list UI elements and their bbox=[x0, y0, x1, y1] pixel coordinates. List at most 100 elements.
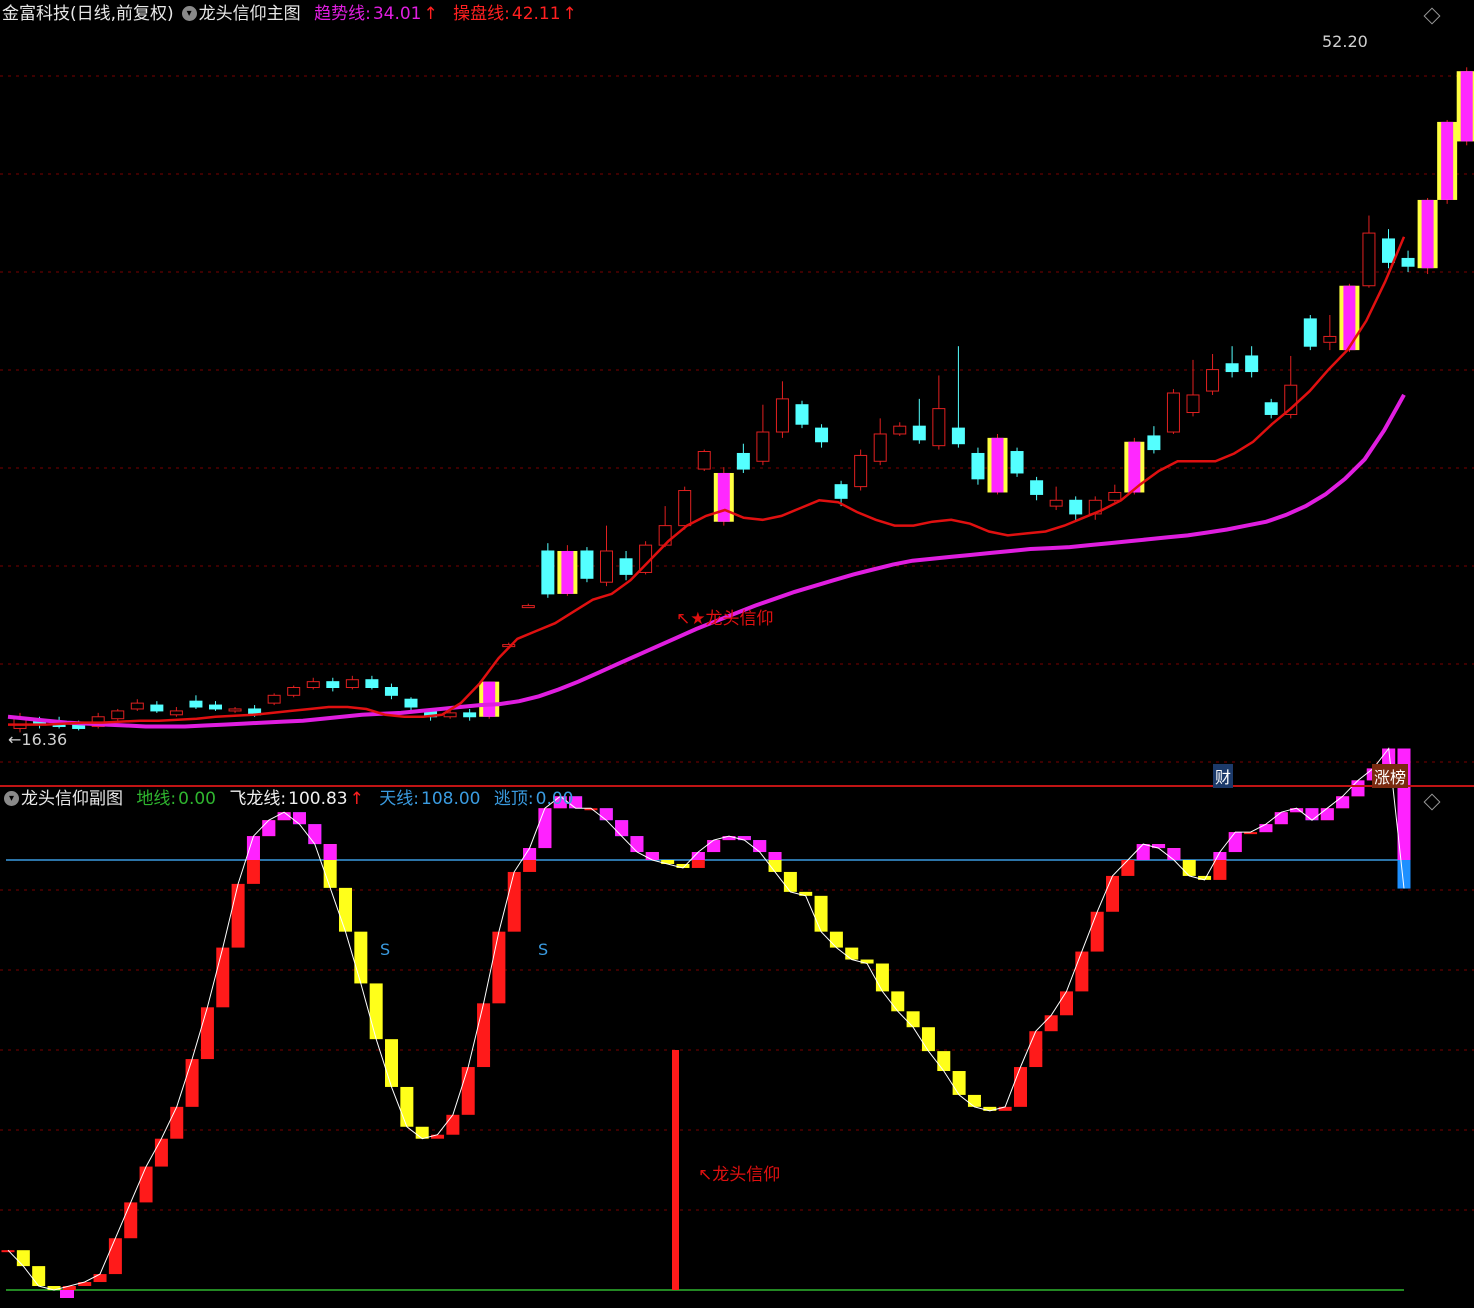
down-candle bbox=[580, 550, 594, 579]
flydragon-arrow-icon: ↑ bbox=[349, 789, 364, 809]
trend-line bbox=[7, 393, 1406, 729]
sub-bar-over-sky bbox=[1228, 832, 1242, 853]
sell-marker: S bbox=[538, 940, 549, 959]
down-candle bbox=[365, 679, 379, 689]
sub-signal-label: ↖龙头信仰 bbox=[698, 1165, 781, 1185]
sub-bar bbox=[1075, 951, 1089, 992]
up-candle bbox=[893, 425, 907, 435]
down-candle bbox=[1303, 318, 1317, 347]
sub-bar bbox=[400, 1086, 414, 1127]
sub-bar bbox=[983, 1106, 997, 1111]
down-candle bbox=[150, 704, 164, 712]
up-candle bbox=[678, 490, 692, 527]
chart-canvas bbox=[0, 67, 1474, 1298]
ground-marker bbox=[60, 1290, 74, 1298]
sub-bar-over-sky bbox=[1320, 808, 1334, 821]
sub-bar-over-sky bbox=[323, 844, 337, 860]
sub-bar bbox=[16, 1250, 30, 1267]
sub-bar bbox=[446, 1114, 460, 1135]
operate-line bbox=[8, 236, 1406, 726]
up-candle bbox=[1166, 392, 1180, 433]
sub-bar bbox=[799, 891, 813, 896]
down-candle bbox=[541, 550, 555, 595]
sky-value: 108.00 bbox=[421, 789, 481, 809]
sub-bar bbox=[1060, 991, 1074, 1016]
up-candle bbox=[130, 702, 144, 710]
sub-bar bbox=[93, 1274, 107, 1283]
sub-bar bbox=[47, 1286, 61, 1290]
operate-label: 操盘线: bbox=[453, 4, 510, 24]
finance-tag[interactable]: 财 bbox=[1213, 764, 1234, 788]
moving-average-lines bbox=[7, 236, 1406, 729]
sub-bar-over-sky bbox=[262, 820, 276, 837]
down-candle bbox=[1245, 355, 1259, 373]
low-arrow-icon: ← bbox=[8, 730, 22, 749]
main-header: 金富科技(日线,前复权) ▾ 龙头信仰主图 趋势线: 34.01 ↑ 操盘线: 42.11… bbox=[2, 4, 579, 24]
stock-name[interactable]: 金富科技(日线,前复权) bbox=[2, 4, 174, 24]
sub-bar bbox=[937, 1051, 951, 1072]
down-candle bbox=[189, 700, 203, 708]
flydragon-label: 飞龙线: bbox=[229, 789, 287, 809]
up-candle bbox=[1186, 394, 1200, 414]
sub-bar bbox=[185, 1059, 199, 1107]
main-indicator-name[interactable]: 龙头信仰主图 bbox=[199, 4, 301, 24]
down-candle bbox=[951, 427, 965, 445]
sub-bar bbox=[170, 1106, 184, 1139]
down-candle bbox=[404, 698, 418, 708]
up-candle bbox=[873, 433, 887, 462]
indicator-menu-icon[interactable]: ▾ bbox=[181, 5, 197, 21]
up-candle bbox=[345, 679, 359, 689]
limit-up-tag[interactable]: 涨榜 bbox=[1372, 764, 1409, 788]
down-candle bbox=[209, 704, 222, 710]
sub-bar bbox=[814, 895, 828, 932]
sub-bar-over-sky bbox=[1305, 808, 1319, 821]
sub-indicator-name[interactable]: 龙头信仰副图 bbox=[21, 789, 123, 809]
down-candle bbox=[1401, 257, 1415, 267]
low-price-label: ←16.36 bbox=[8, 730, 67, 749]
up-candle bbox=[658, 525, 672, 546]
sub-bar bbox=[124, 1202, 138, 1239]
down-candle bbox=[815, 427, 829, 443]
sub-bar-over-sky bbox=[753, 840, 767, 853]
up-candle bbox=[1049, 499, 1063, 507]
up-candle bbox=[932, 408, 946, 447]
sub-bar-over-sky bbox=[737, 836, 751, 841]
main-signal-label: ↖★龙头信仰 bbox=[676, 609, 774, 629]
up-candle bbox=[1108, 491, 1122, 501]
high-price-label: 52.20 bbox=[1322, 32, 1368, 51]
sub-bar bbox=[1121, 860, 1135, 876]
low-price-value: 16.36 bbox=[21, 730, 68, 749]
sub-bar bbox=[415, 1126, 429, 1139]
sub-bar bbox=[78, 1282, 92, 1287]
sub-bar bbox=[1106, 875, 1120, 912]
sub-bar bbox=[1029, 1031, 1043, 1068]
limit-up-candle-core bbox=[561, 550, 574, 594]
down-candle bbox=[912, 425, 926, 441]
down-candle bbox=[1030, 480, 1044, 495]
sub-indicator-menu-icon[interactable]: ▾ bbox=[4, 790, 19, 806]
flydragon-value: 100.83 bbox=[288, 789, 348, 809]
limit-up-candle-core bbox=[1441, 121, 1454, 200]
down-candle bbox=[1225, 363, 1239, 373]
sub-bar-over-sky bbox=[768, 852, 782, 860]
sub-bar bbox=[369, 983, 383, 1040]
sky-label: 天线: bbox=[379, 789, 420, 809]
up-candle bbox=[1206, 369, 1220, 392]
sub-header: ▾ 龙头信仰副图 地线: 0.00 飞龙线: 100.83 ↑ 天线: 108.00 逃顶… bbox=[0, 789, 576, 809]
up-candle bbox=[228, 708, 242, 712]
sub-bar bbox=[200, 1007, 214, 1060]
down-candle bbox=[326, 681, 340, 689]
trend-label: 趋势线: bbox=[314, 4, 371, 24]
sub-bar bbox=[154, 1138, 168, 1167]
sub-bar bbox=[108, 1238, 122, 1275]
sub-bar bbox=[1182, 860, 1196, 876]
sub-bar bbox=[906, 1011, 920, 1028]
sub-chart-bars bbox=[1, 747, 1411, 1298]
sub-bar-over-sky bbox=[523, 848, 537, 860]
limit-up-candle-core bbox=[1421, 199, 1434, 269]
sub-bar-over-sky bbox=[1167, 848, 1181, 860]
sub-bar bbox=[231, 883, 245, 948]
sub-bar bbox=[845, 947, 859, 960]
down-candle bbox=[834, 484, 848, 499]
up-candle bbox=[775, 398, 789, 433]
